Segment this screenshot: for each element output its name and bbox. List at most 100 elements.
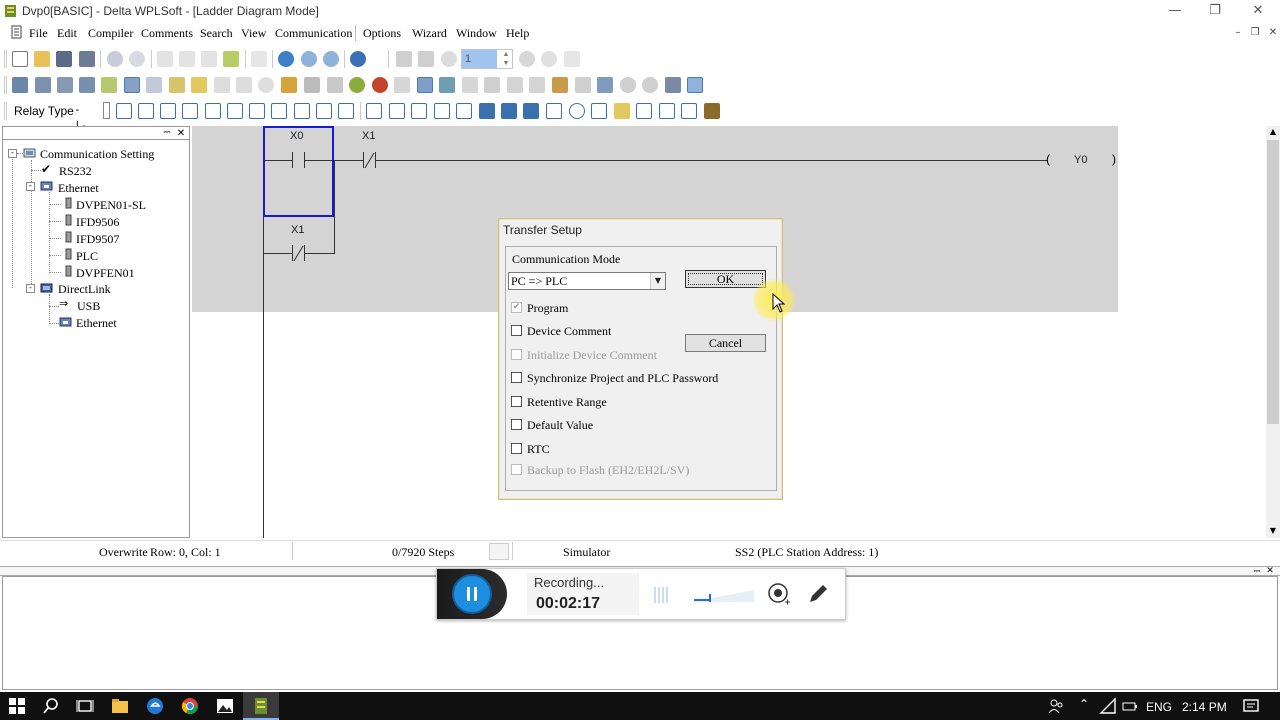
output-coil-icon[interactable]	[227, 103, 243, 119]
contact-symbol-icon[interactable]: -|-	[74, 102, 90, 132]
pen-annotate-icon[interactable]	[806, 582, 830, 606]
backup-to-flash-checkbox[interactable]	[511, 464, 522, 475]
cancel-button[interactable]: Cancel	[685, 334, 766, 352]
stop-icon[interactable]	[519, 51, 535, 67]
communication-mode-value[interactable]: PC => PLC	[511, 274, 567, 289]
menu-search[interactable]: Search	[200, 26, 233, 41]
transfer-step-icon[interactable]	[456, 103, 472, 119]
interrupt-icon[interactable]	[681, 103, 697, 119]
minimize-window-icon[interactable]: —	[1165, 2, 1185, 20]
bulb-icon[interactable]	[258, 77, 274, 93]
parallel-closed-icon[interactable]	[182, 103, 198, 119]
tree-item-rs232[interactable]: RS232	[59, 164, 92, 179]
device-list-icon[interactable]	[236, 77, 252, 93]
device-comment-checkbox[interactable]	[511, 325, 522, 336]
scroll-down-icon[interactable]: ▼	[1267, 525, 1279, 537]
rtc-checkbox[interactable]	[511, 443, 522, 454]
toolbar-grip[interactable]	[4, 76, 7, 94]
open-folder-icon[interactable]	[34, 51, 50, 67]
tree-item-plc[interactable]: PLC	[76, 249, 98, 264]
page-icon[interactable]	[575, 77, 591, 93]
search-icon[interactable]	[42, 697, 60, 715]
erase-icon[interactable]	[223, 51, 239, 67]
api-list-icon[interactable]	[501, 103, 517, 119]
jump-icon[interactable]	[434, 103, 450, 119]
step-value[interactable]: 1	[462, 50, 497, 68]
menu-communication[interactable]: Communication	[275, 26, 352, 41]
paste-icon[interactable]	[201, 51, 217, 67]
upload-icon[interactable]	[418, 51, 434, 67]
tree-item-dvpfen01[interactable]: DVPFEN01	[76, 266, 135, 281]
sfc-mode-icon[interactable]	[57, 77, 73, 93]
mdi-restore-icon[interactable]: ❐	[1248, 27, 1262, 39]
register-icon[interactable]	[529, 77, 545, 93]
tree-item-directlink[interactable]: DirectLink	[58, 282, 111, 297]
normally-closed-icon[interactable]	[138, 103, 154, 119]
program-checkbox[interactable]: ✔	[511, 302, 522, 313]
table-icon[interactable]	[146, 77, 162, 93]
tree-item-ifd9506[interactable]: IFD9506	[76, 215, 119, 230]
memory-icon[interactable]	[327, 77, 343, 93]
print-icon[interactable]	[665, 77, 681, 93]
delete-vline-icon[interactable]	[316, 103, 332, 119]
input-language[interactable]: ENG	[1146, 700, 1172, 714]
menu-help[interactable]: Help	[506, 26, 529, 41]
mdi-minimize-icon[interactable]: –	[1231, 27, 1245, 39]
show-hidden-icons-chevron-up-icon[interactable]: ⌃	[1077, 697, 1091, 713]
tree-item-dvpen01-sl[interactable]: DVPEN01-SL	[76, 198, 146, 213]
menu-view[interactable]: View	[241, 26, 266, 41]
tree-item-communication-setting[interactable]: Communication Setting	[40, 147, 154, 162]
mdi-document-icon[interactable]	[10, 25, 24, 39]
screen-icon[interactable]	[597, 77, 613, 93]
step-icon[interactable]	[411, 103, 427, 119]
compile-icon[interactable]	[79, 77, 95, 93]
windows-start-icon[interactable]	[8, 697, 26, 715]
run-icon[interactable]	[349, 77, 365, 93]
undo-icon[interactable]	[107, 51, 123, 67]
tree-collapse-toggle[interactable]: -	[26, 284, 35, 293]
pin-pane-icon[interactable]: ⎓	[161, 128, 173, 139]
pause-recording-button[interactable]	[452, 574, 492, 614]
copy-icon[interactable]	[179, 51, 195, 67]
inverse-icon[interactable]	[338, 103, 354, 119]
menu-options[interactable]: Options	[363, 26, 401, 41]
tree-item-directlink-ethernet[interactable]: Ethernet	[76, 316, 117, 331]
scrollbar-thumb[interactable]	[1267, 140, 1279, 424]
record-icon[interactable]	[281, 77, 297, 93]
tree-item-ifd9507[interactable]: IFD9507	[76, 232, 119, 247]
initialize-device-comment-checkbox[interactable]	[511, 349, 522, 360]
redo-arrow-icon[interactable]	[564, 51, 580, 67]
mdi-close-icon[interactable]: ✕	[1266, 27, 1280, 39]
envelope-icon[interactable]	[614, 103, 630, 119]
device-table-icon[interactable]	[169, 77, 185, 93]
edit-mode-icon[interactable]	[101, 77, 117, 93]
network-icon[interactable]	[462, 77, 478, 93]
toolbar-grip[interactable]	[4, 50, 7, 68]
battery-icon[interactable]	[1121, 697, 1139, 715]
new-file-icon[interactable]	[12, 51, 28, 67]
zoom-icon[interactable]	[278, 51, 294, 67]
monitor-icon[interactable]	[441, 51, 457, 67]
save-icon[interactable]	[56, 51, 72, 67]
tree-collapse-toggle[interactable]: -	[26, 182, 35, 191]
ladder-mode-icon[interactable]	[12, 77, 28, 93]
vertical-line-icon[interactable]	[271, 103, 287, 119]
cut-icon[interactable]	[157, 51, 173, 67]
wplsoft-taskbar-icon[interactable]	[252, 697, 270, 715]
menu-compiler[interactable]: Compiler	[88, 26, 133, 41]
api-icon[interactable]	[479, 103, 495, 119]
menu-window[interactable]: Window	[456, 26, 497, 41]
ok-button[interactable]: OK	[685, 270, 766, 288]
api-chart-icon[interactable]	[523, 103, 539, 119]
chrome-browser-icon[interactable]	[181, 697, 199, 715]
help-icon[interactable]	[350, 51, 366, 67]
function-icon[interactable]	[249, 103, 265, 119]
timer-icon[interactable]	[484, 77, 500, 93]
end-icon[interactable]	[704, 103, 720, 119]
output-pin-icon[interactable]: ⎓	[1252, 566, 1262, 576]
bookmark-icon[interactable]	[214, 77, 230, 93]
stop-plc-icon[interactable]	[372, 77, 388, 93]
rising-edge-icon[interactable]	[205, 103, 221, 119]
mc-icon[interactable]	[366, 103, 382, 119]
block-icon[interactable]	[304, 77, 320, 93]
